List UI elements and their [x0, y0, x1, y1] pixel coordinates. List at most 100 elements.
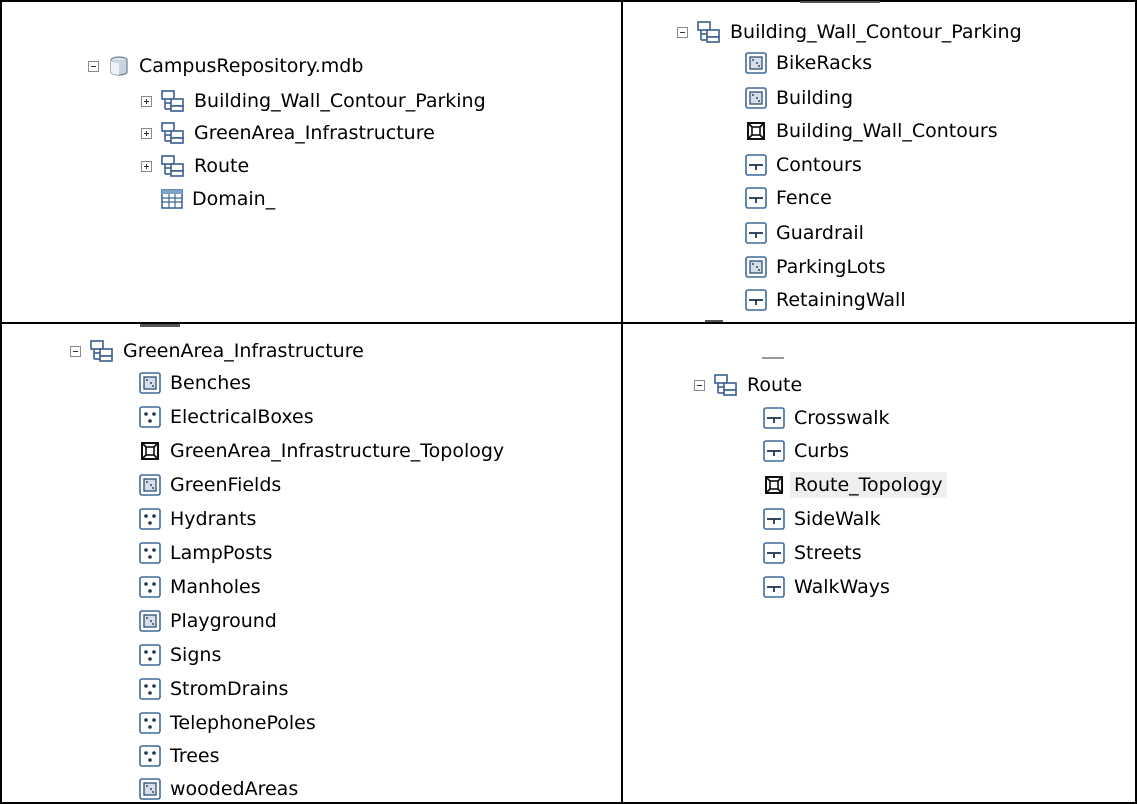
database-icon	[108, 55, 130, 77]
line-icon	[745, 187, 767, 209]
tree-node-label: CampusRepository.mdb	[139, 55, 364, 77]
tree-node-label: Contours	[776, 154, 862, 176]
tree-node-label: Curbs	[794, 440, 850, 462]
tree-node[interactable]: GreenArea_Infrastructure_Topology	[139, 438, 504, 464]
feature-dataset-icon	[161, 122, 185, 144]
tree-node[interactable]: Benches	[139, 370, 251, 396]
tree-node[interactable]: Manholes	[139, 574, 261, 600]
clipped-row-fragment	[705, 320, 723, 322]
tree-node-label: TelephonePoles	[170, 712, 316, 734]
tree-node[interactable]: woodedAreas	[139, 776, 298, 802]
polygon-icon	[139, 610, 161, 632]
tree-node-selected[interactable]: Route_Topology	[763, 472, 947, 498]
polygon-icon	[745, 52, 767, 74]
line-icon	[745, 222, 767, 244]
tree-node[interactable]: Trees	[139, 743, 220, 769]
point-icon	[139, 576, 161, 598]
polygon-icon	[139, 372, 161, 394]
collapse-toggle[interactable]	[677, 26, 688, 38]
line-icon	[763, 508, 785, 530]
point-icon	[139, 644, 161, 666]
tree-node-label: Streets	[794, 542, 862, 564]
tree-node-root[interactable]: Route	[694, 372, 802, 398]
line-icon	[763, 440, 785, 462]
expand-toggle[interactable]	[141, 127, 152, 139]
tree-node-label: Route	[194, 155, 250, 177]
tree-node-label: Guardrail	[776, 222, 864, 244]
tree-node-label: SideWalk	[794, 508, 881, 530]
divider-vertical	[621, 0, 623, 804]
tree-node-label: Hydrants	[170, 508, 257, 530]
tree-node[interactable]: Building_Wall_Contours	[745, 118, 998, 144]
tree-node[interactable]: TelephonePoles	[139, 710, 316, 736]
expand-toggle[interactable]	[141, 95, 152, 107]
tree-node-label: GreenArea_Infrastructure_Topology	[170, 440, 505, 462]
tree-node[interactable]: Route	[141, 153, 249, 179]
polygon-icon	[139, 474, 161, 496]
feature-dataset-icon	[161, 155, 185, 177]
tree-node-label: GreenArea_Infrastructure	[194, 122, 435, 144]
point-icon	[139, 712, 161, 734]
tree-node-label: RetainingWall	[776, 289, 906, 311]
point-icon	[139, 678, 161, 700]
tree-node[interactable]: GreenArea_Infrastructure	[141, 120, 435, 146]
tree-node[interactable]: GreenFields	[139, 472, 281, 498]
feature-dataset-icon	[714, 374, 738, 396]
line-icon	[745, 289, 767, 311]
collapse-toggle[interactable]	[694, 379, 705, 391]
line-icon	[763, 576, 785, 598]
expand-toggle[interactable]	[141, 160, 152, 172]
line-icon	[745, 154, 767, 176]
tree-node[interactable]: Playground	[139, 608, 277, 634]
tree-node-root[interactable]: CampusRepository.mdb	[88, 53, 363, 79]
feature-dataset-icon	[697, 21, 721, 43]
tree-node[interactable]: BikeRacks	[745, 50, 872, 76]
tree-node[interactable]: Building_Wall_Contour_Parking	[141, 88, 486, 114]
tree-node-label: Fence	[776, 187, 832, 209]
tree-node[interactable]: ElectricalBoxes	[139, 404, 314, 430]
tree-node[interactable]: SideWalk	[763, 506, 881, 532]
tree-node[interactable]: Crosswalk	[763, 405, 890, 431]
tree-node-label: Benches	[170, 372, 251, 394]
tree-node[interactable]: WalkWays	[763, 574, 890, 600]
tree-node[interactable]: Hydrants	[139, 506, 256, 532]
tree-node-label: StromDrains	[170, 678, 289, 700]
tree-node-label: BikeRacks	[776, 52, 873, 74]
polygon-icon	[745, 87, 767, 109]
tree-node[interactable]: Domain_	[161, 186, 275, 212]
collapse-toggle[interactable]	[88, 60, 99, 72]
tree-node[interactable]: RetainingWall	[745, 287, 906, 313]
line-icon	[763, 542, 785, 564]
tree-node[interactable]: Fence	[745, 185, 832, 211]
tree-node-label: Building	[776, 87, 854, 109]
collapse-toggle[interactable]	[70, 345, 81, 357]
tree-node-root[interactable]: GreenArea_Infrastructure	[70, 338, 364, 364]
tree-node[interactable]: ParkingLots	[745, 254, 886, 280]
tree-node-label: Manholes	[170, 576, 261, 598]
clipped-row-fragment	[800, 1, 880, 3]
table-icon	[161, 188, 183, 210]
tree-node-label: Route	[747, 374, 803, 396]
feature-dataset-icon	[161, 90, 185, 112]
tree-node[interactable]: Signs	[139, 642, 221, 668]
tree-node[interactable]: StromDrains	[139, 676, 288, 702]
polygon-icon	[745, 256, 767, 278]
tree-node[interactable]: LampPosts	[139, 540, 272, 566]
tree-node-root[interactable]: Building_Wall_Contour_Parking	[677, 19, 1022, 45]
tree-node-label: Route_Topology	[790, 472, 947, 498]
line-icon	[763, 407, 785, 429]
tree-node-label: ElectricalBoxes	[170, 406, 314, 428]
point-icon	[139, 542, 161, 564]
tree-node[interactable]: Curbs	[763, 438, 849, 464]
tree-node-label: Building_Wall_Contours	[776, 120, 998, 142]
tree-node-label: Playground	[170, 610, 277, 632]
tree-node[interactable]: Contours	[745, 152, 862, 178]
tree-node[interactable]: Building	[745, 85, 853, 111]
clipped-row-fragment	[762, 357, 784, 359]
topology-icon	[763, 474, 785, 496]
tree-node-label: GreenArea_Infrastructure	[123, 340, 364, 362]
tree-node-label: WalkWays	[794, 576, 890, 598]
tree-node-label: ParkingLots	[776, 256, 886, 278]
tree-node[interactable]: Guardrail	[745, 220, 864, 246]
tree-node[interactable]: Streets	[763, 540, 862, 566]
